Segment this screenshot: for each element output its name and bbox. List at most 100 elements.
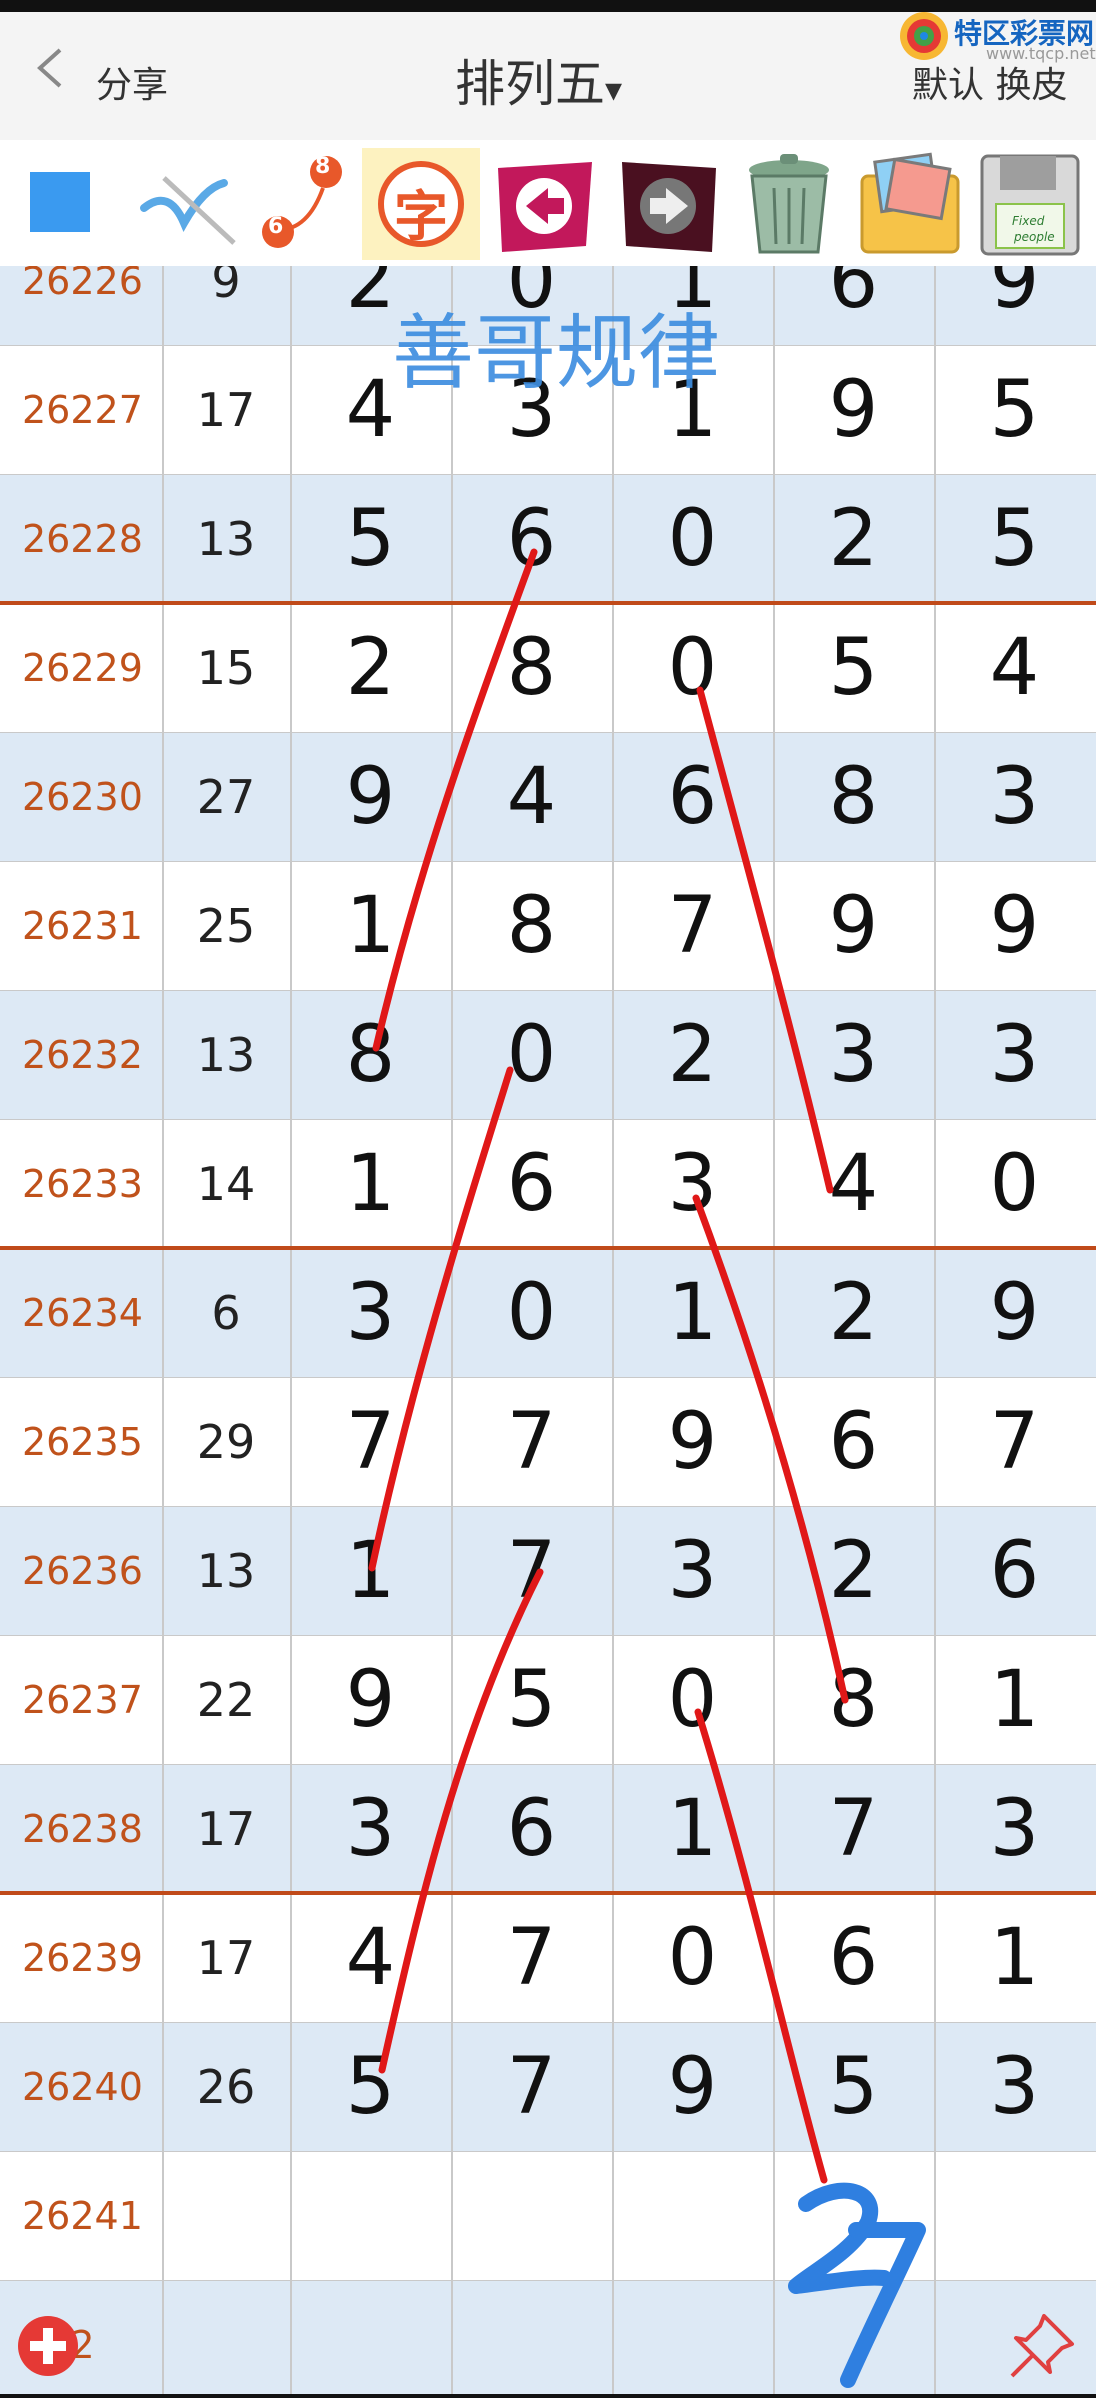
digit-cell[interactable]: 5 (934, 345, 1095, 474)
digit-cell[interactable]: 1 (612, 1764, 773, 1893)
save-button[interactable]: Fixed people (970, 148, 1088, 260)
trash-button[interactable] (730, 148, 848, 260)
gallery-button[interactable] (850, 148, 968, 260)
digit-cell[interactable] (290, 2151, 451, 2280)
digit-cell[interactable]: 6 (934, 1506, 1095, 1635)
digit-cell[interactable]: 1 (290, 1119, 451, 1248)
digit-cell[interactable]: 7 (451, 1506, 612, 1635)
digit-cell[interactable]: 6 (451, 474, 612, 603)
digit-cell[interactable]: 2 (773, 1506, 934, 1635)
digit-cell[interactable]: 0 (612, 1635, 773, 1764)
digit-cell[interactable]: 2 (290, 603, 451, 732)
digit-cell[interactable] (612, 2151, 773, 2280)
undo-button[interactable] (486, 148, 604, 260)
digit-cell[interactable]: 9 (290, 732, 451, 861)
table-row[interactable]: 26234 6 3 0 1 2 9 (0, 1248, 1096, 1377)
digit-cell[interactable]: 3 (934, 1764, 1095, 1893)
digit-cell[interactable]: 4 (934, 603, 1095, 732)
digit-cell[interactable]: 6 (773, 1377, 934, 1506)
digit-cell[interactable]: 6 (773, 1893, 934, 2022)
digit-cell[interactable]: 5 (451, 1635, 612, 1764)
digit-cell[interactable]: 9 (612, 2022, 773, 2151)
digit-cell[interactable]: 3 (290, 1248, 451, 1377)
table-row[interactable]: 26239 17 4 7 0 6 1 (0, 1893, 1096, 2022)
add-button[interactable] (16, 2314, 80, 2378)
digit-cell[interactable]: 3 (612, 1506, 773, 1635)
redo-button[interactable] (610, 148, 728, 260)
table-row[interactable]: 26230 27 9 4 6 8 3 (0, 732, 1096, 861)
digit-cell[interactable]: 1 (290, 1506, 451, 1635)
digit-cell[interactable]: 1 (612, 1248, 773, 1377)
table-row[interactable]: 26231 25 1 8 7 9 9 (0, 861, 1096, 990)
digit-cell[interactable]: 2 (612, 990, 773, 1119)
digit-cell[interactable]: 0 (612, 474, 773, 603)
digit-cell[interactable]: 3 (934, 732, 1095, 861)
digit-cell[interactable]: 3 (612, 1119, 773, 1248)
digit-cell[interactable]: 9 (934, 861, 1095, 990)
digit-cell[interactable] (612, 2280, 773, 2394)
skin-switch-button[interactable]: 默认 换皮 (912, 56, 1067, 108)
digit-cell[interactable]: 0 (612, 1893, 773, 2022)
table-row[interactable]: 242 (0, 2280, 1096, 2394)
digit-cell[interactable] (290, 2280, 451, 2394)
char-tool[interactable]: 字 (362, 148, 480, 260)
digit-cell[interactable]: 1 (934, 1893, 1095, 2022)
table-row[interactable]: 26233 14 1 6 3 4 0 (0, 1119, 1096, 1248)
table-row[interactable]: 26235 29 7 7 9 6 7 (0, 1377, 1096, 1506)
digit-cell[interactable]: 9 (773, 345, 934, 474)
digit-cell[interactable]: 5 (934, 474, 1095, 603)
digit-cell[interactable]: 7 (451, 1377, 612, 1506)
digit-cell[interactable]: 0 (934, 1119, 1095, 1248)
digit-cell[interactable]: 4 (451, 732, 612, 861)
digit-cell[interactable]: 5 (290, 2022, 451, 2151)
digit-cell[interactable] (451, 2151, 612, 2280)
digit-cell[interactable]: 3 (934, 2022, 1095, 2151)
digit-cell[interactable]: 9 (934, 1248, 1095, 1377)
digit-cell[interactable]: 8 (451, 861, 612, 990)
digit-cell[interactable]: 6 (773, 266, 934, 345)
pin-icon[interactable] (1004, 2308, 1080, 2384)
digit-cell[interactable]: 8 (773, 732, 934, 861)
digit-cell[interactable]: 7 (773, 1764, 934, 1893)
digit-cell[interactable]: 6 (451, 1119, 612, 1248)
number-link-tool[interactable]: 8 6 (248, 148, 366, 260)
digit-cell[interactable]: 5 (773, 2022, 934, 2151)
digit-cell[interactable] (934, 2151, 1095, 2280)
pen-tool[interactable] (124, 148, 242, 260)
digit-cell[interactable]: 6 (451, 1764, 612, 1893)
back-arrow-icon[interactable] (34, 48, 64, 88)
digit-cell[interactable]: 7 (451, 1893, 612, 2022)
digit-cell[interactable]: 2 (773, 1248, 934, 1377)
digit-cell[interactable]: 9 (612, 1377, 773, 1506)
digit-cell[interactable]: 7 (934, 1377, 1095, 1506)
table-row[interactable]: 26236 13 1 7 3 2 6 (0, 1506, 1096, 1635)
digit-cell[interactable]: 3 (773, 990, 934, 1119)
digit-cell[interactable]: 9 (773, 861, 934, 990)
digit-cell[interactable]: 5 (290, 474, 451, 603)
digit-cell[interactable]: 7 (612, 861, 773, 990)
digit-cell[interactable]: 8 (290, 990, 451, 1119)
digit-cell[interactable]: 7 (290, 1377, 451, 1506)
color-square-tool[interactable] (0, 148, 118, 260)
digit-cell[interactable]: 4 (773, 1119, 934, 1248)
digit-cell[interactable]: 0 (612, 603, 773, 732)
digit-cell[interactable] (773, 2151, 934, 2280)
table-row[interactable]: 26241 (0, 2151, 1096, 2280)
digit-cell[interactable] (773, 2280, 934, 2394)
draw-table[interactable]: 26226 9 2 0 1 6 9 26227 17 4 3 1 9 5 26228 13 5 6 0 2 5 26229… (0, 266, 1096, 2394)
table-row[interactable]: 26238 17 3 6 1 7 3 (0, 1764, 1096, 1893)
table-row[interactable]: 26240 26 5 7 9 5 3 (0, 2022, 1096, 2151)
digit-cell[interactable]: 1 (934, 1635, 1095, 1764)
digit-cell[interactable]: 8 (773, 1635, 934, 1764)
digit-cell[interactable]: 1 (290, 861, 451, 990)
share-button[interactable]: 分享 (96, 56, 168, 108)
table-row[interactable]: 26237 22 9 5 0 8 1 (0, 1635, 1096, 1764)
digit-cell[interactable]: 6 (612, 732, 773, 861)
digit-cell[interactable]: 2 (773, 474, 934, 603)
digit-cell[interactable]: 7 (451, 2022, 612, 2151)
table-row[interactable]: 26228 13 5 6 0 2 5 (0, 474, 1096, 603)
digit-cell[interactable]: 0 (451, 1248, 612, 1377)
digit-cell[interactable] (451, 2280, 612, 2394)
digit-cell[interactable]: 4 (290, 1893, 451, 2022)
page-title[interactable]: 排列五▾ (455, 44, 622, 116)
